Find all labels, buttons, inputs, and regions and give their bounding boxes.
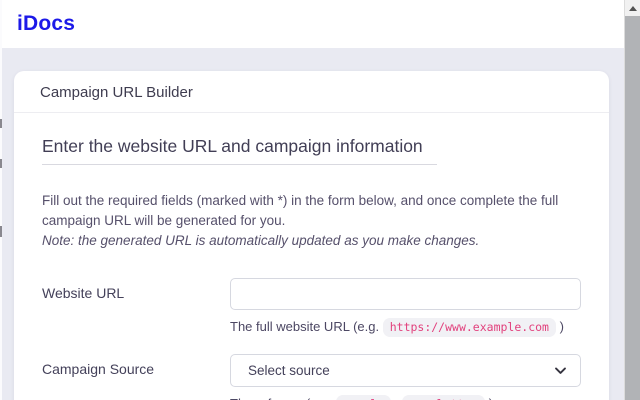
topbar: iDocs	[2, 0, 624, 48]
page-edge-artifact	[0, 159, 2, 168]
form-description: Fill out the required fields (marked wit…	[42, 191, 581, 251]
website-url-row: Website URL The full website URL (e.g. h…	[42, 278, 581, 337]
arrow-up-icon	[628, 5, 637, 11]
campaign-source-select[interactable]: Select source	[230, 354, 581, 387]
selected-option-text: Select source	[248, 363, 330, 378]
helper-suffix: )	[489, 396, 493, 400]
form-note: Note: the generated URL is automatically…	[42, 233, 480, 248]
helper-separator: ,	[395, 396, 399, 400]
campaign-url-builder-card: Campaign URL Builder Enter the website U…	[14, 71, 609, 400]
example-source-code: google	[335, 395, 392, 400]
campaign-source-field-col: Select source The referrer: (e.g. google…	[230, 354, 581, 400]
website-url-helper: The full website URL (e.g. https://www.e…	[230, 318, 581, 337]
section-heading: Enter the website URL and campaign infor…	[42, 136, 437, 165]
helper-prefix: The full website URL (e.g.	[230, 319, 380, 334]
page-background: Campaign URL Builder Enter the website U…	[2, 48, 624, 400]
website-url-label: Website URL	[42, 285, 125, 301]
campaign-source-label: Campaign Source	[42, 361, 155, 377]
campaign-source-row: Campaign Source Select source The referr…	[42, 354, 581, 400]
helper-prefix: The referrer: (e.g.	[230, 396, 332, 400]
scrollbar-thumb[interactable]	[625, 16, 640, 400]
card-body: Enter the website URL and campaign infor…	[14, 113, 609, 400]
brand-link[interactable]: iDocs	[17, 12, 75, 36]
description-text: Fill out the required fields (marked wit…	[42, 193, 559, 228]
website-url-input[interactable]	[230, 278, 581, 310]
page-edge-artifact	[0, 119, 2, 128]
card-title: Campaign URL Builder	[40, 84, 193, 101]
extension-popup: iDocs Campaign URL Builder Enter the web…	[0, 0, 640, 400]
example-source-code: newsletter	[401, 395, 486, 400]
page-edge-artifact	[0, 226, 2, 237]
scrollbar[interactable]	[624, 0, 640, 400]
website-url-field-col: The full website URL (e.g. https://www.e…	[230, 278, 581, 337]
chevron-down-icon	[555, 367, 566, 374]
scroll-up-button[interactable]	[625, 0, 640, 16]
page-edge-artifact	[0, 0, 2, 400]
card-header: Campaign URL Builder	[14, 71, 609, 113]
helper-suffix: )	[559, 319, 564, 334]
campaign-source-helper: The referrer: (e.g. google , newsletter …	[230, 395, 581, 400]
example-url-code: https://www.example.com	[382, 318, 556, 337]
